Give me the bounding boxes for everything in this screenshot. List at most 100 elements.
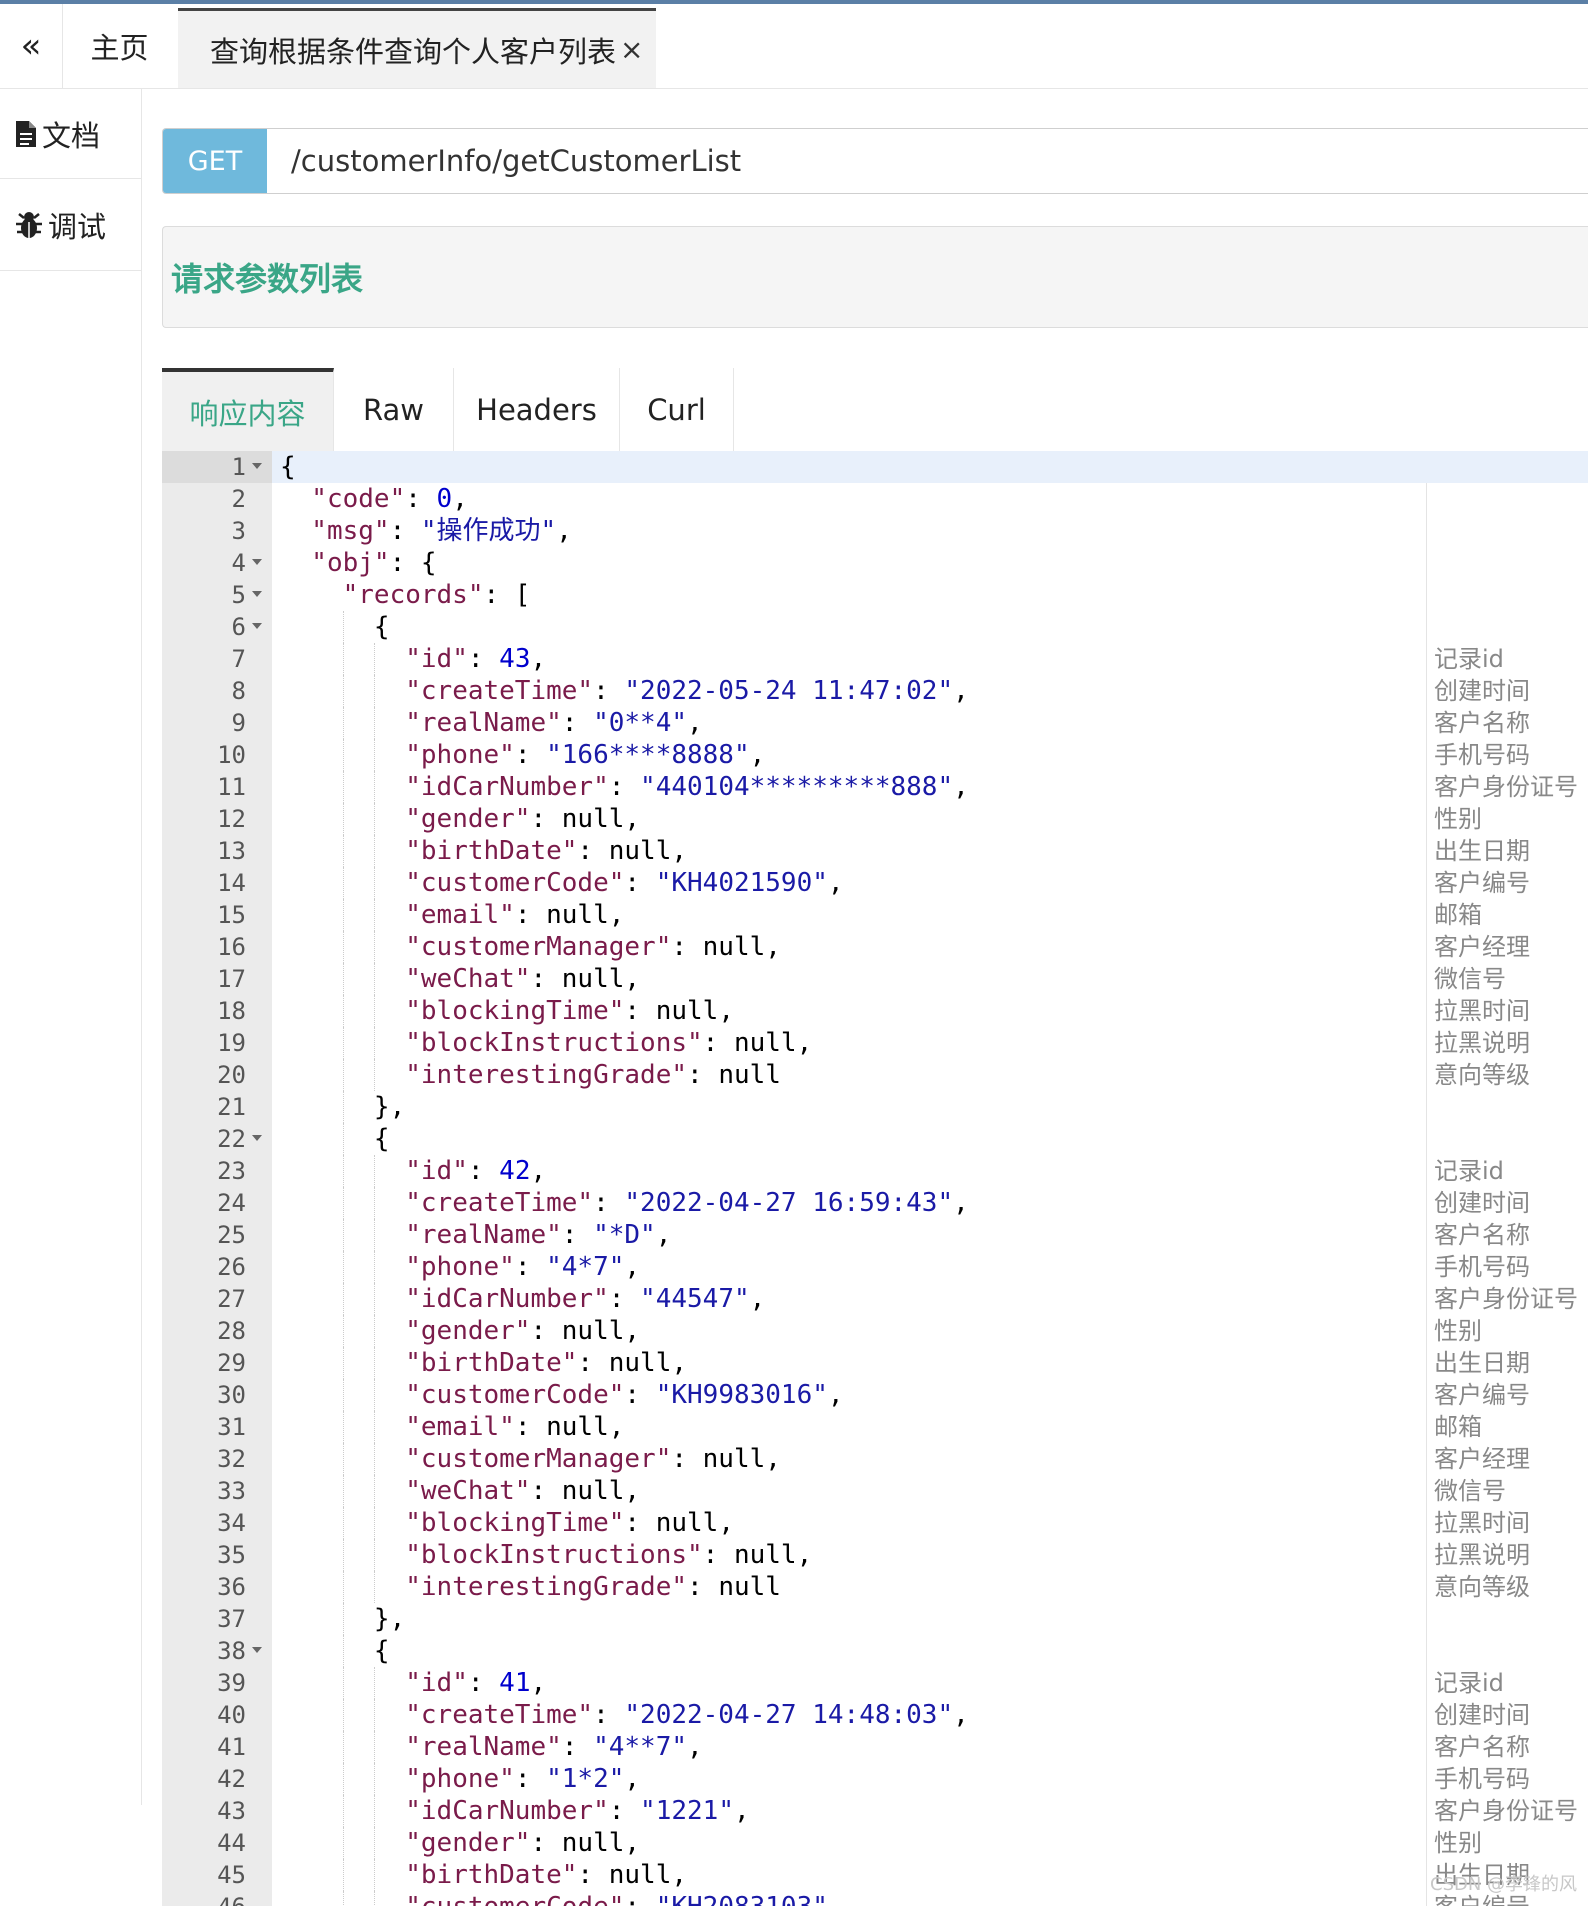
field-comment: 创建时间	[1434, 1701, 1530, 1729]
code-token: ,	[624, 804, 641, 834]
code-token: :	[514, 740, 547, 770]
code-token: ,	[671, 836, 688, 866]
code-text: "msg": "操作成功",	[311, 515, 572, 547]
indent-guide	[342, 1571, 344, 1603]
line-number: 42	[217, 1765, 246, 1793]
code-line: 33 "weChat": null, 微信号	[162, 1475, 1588, 1507]
code-text: "gender": null,	[405, 1315, 640, 1347]
code-line: 30 "customerCode": "KH9983016", 客户编号	[162, 1379, 1588, 1411]
tab-curl[interactable]: Curl	[620, 368, 734, 452]
code-token: :	[687, 1572, 719, 1602]
fold-toggle-icon[interactable]	[252, 559, 262, 565]
field-comment: 拉黑说明	[1434, 1029, 1530, 1057]
fold-toggle-icon[interactable]	[252, 463, 262, 469]
code-text: {	[280, 451, 296, 483]
code-text: "blockingTime": null,	[405, 1507, 734, 1539]
indent-guide	[342, 1603, 344, 1635]
field-comment: 邮箱	[1434, 1413, 1482, 1441]
code-token: :	[561, 1220, 594, 1250]
tab-raw[interactable]: Raw	[334, 368, 454, 452]
code-token: :	[624, 996, 656, 1026]
code-text: "customerCode": "KH4021590",	[405, 867, 843, 899]
indent-guide	[373, 1731, 375, 1763]
field-comment: 记录id	[1434, 645, 1504, 673]
endpoint-url[interactable]: /customerInfo/getCustomerList	[291, 129, 741, 193]
code-line: 46"customerCode": "KH2083103",客户编号	[162, 1891, 1588, 1906]
sidebar-item-docs[interactable]: 文档	[0, 89, 141, 179]
indent-guide	[342, 1027, 344, 1059]
indent-guide	[342, 899, 344, 931]
indent-guide	[373, 867, 375, 899]
code-token: :	[702, 1028, 734, 1058]
code-token: null	[608, 1348, 672, 1378]
fold-toggle-icon[interactable]	[252, 1135, 262, 1141]
indent-guide	[373, 803, 375, 835]
code-text: "blockInstructions": null,	[405, 1539, 812, 1571]
indent-guide	[342, 803, 344, 835]
code-token: :	[561, 708, 594, 738]
code-text: "weChat": null,	[405, 963, 640, 995]
code-token: "weChat"	[405, 964, 531, 994]
code-token: null	[702, 932, 766, 962]
tab-home[interactable]: 主页	[62, 4, 177, 88]
indent-guide	[342, 643, 344, 675]
tab-headers[interactable]: Headers	[454, 368, 620, 452]
code-token: :	[671, 932, 703, 962]
code-token: "code"	[311, 484, 406, 514]
tab-response-content[interactable]: 响应内容	[162, 368, 334, 452]
code-line: 1{	[162, 451, 1588, 483]
code-token: : [	[483, 580, 531, 610]
code-token: ,	[953, 676, 969, 706]
code-text: },	[374, 1091, 405, 1123]
code-text: "birthDate": null,	[405, 1347, 687, 1379]
line-number: 40	[217, 1701, 246, 1729]
code-token: ,	[624, 1252, 641, 1282]
code-token: "KH9983016"	[655, 1380, 828, 1410]
fold-toggle-icon[interactable]	[252, 1647, 262, 1653]
code-token: ,	[796, 1540, 813, 1570]
code-token: :	[514, 1764, 547, 1794]
code-token: "realName"	[405, 1220, 562, 1250]
code-token: "email"	[405, 1412, 515, 1442]
code-token: :	[577, 1348, 609, 1378]
fold-toggle-icon[interactable]	[252, 591, 262, 597]
field-comment: 出生日期	[1434, 837, 1530, 865]
sidebar-item-debug[interactable]: 调试	[0, 179, 141, 271]
code-text: "idCarNumber": "440104*********888",	[405, 771, 969, 803]
code-token: "1*2"	[546, 1764, 625, 1794]
code-line: 28 "gender": null, 性别	[162, 1315, 1588, 1347]
code-line: 43 "idCarNumber": "1221", 客户身份证号	[162, 1795, 1588, 1827]
code-token: null	[561, 964, 625, 994]
tab-active-api[interactable]: 查询根据条件查询个人客户列表 ×	[178, 8, 656, 88]
code-line: 5 "records": [	[162, 579, 1588, 611]
code-token: :	[702, 1540, 734, 1570]
indent-guide	[373, 1795, 375, 1827]
indent-guide	[373, 995, 375, 1027]
indent-guide	[373, 1283, 375, 1315]
code-text: "id": 41,	[405, 1667, 546, 1699]
indent-guide	[342, 835, 344, 867]
close-tab-icon[interactable]: ×	[620, 33, 643, 66]
code-token: "createTime"	[405, 1188, 594, 1218]
response-json-editor[interactable]: 1{2 "code": 0, 3 "msg": "操作成功", 4 "obj": {5 "r…	[162, 451, 1588, 1906]
indent-guide	[373, 1187, 375, 1219]
code-token: "phone"	[405, 1252, 515, 1282]
code-token: "2022-04-27 16:59:43"	[624, 1188, 954, 1218]
code-token: :	[514, 900, 547, 930]
code-text: {	[374, 611, 390, 643]
response-tabs: 响应内容 Raw Headers Curl	[162, 368, 1588, 452]
document-icon	[16, 120, 36, 147]
field-comment: 微信号	[1434, 1477, 1506, 1505]
code-line: 15 "email": null, 邮箱	[162, 899, 1588, 931]
code-token: ,	[827, 1380, 844, 1410]
indent-guide	[373, 1859, 375, 1891]
line-number: 28	[217, 1317, 246, 1345]
line-number: 2	[231, 485, 246, 513]
indent-guide	[373, 1315, 375, 1347]
fold-toggle-icon[interactable]	[252, 623, 262, 629]
code-text: "customerCode": "KH9983016",	[405, 1379, 843, 1411]
collapse-sidebar-icon[interactable]: «	[0, 4, 63, 88]
field-comment: 客户编号	[1434, 869, 1530, 897]
line-number: 6	[231, 613, 246, 641]
sidebar: 文档 调试	[0, 89, 142, 1805]
